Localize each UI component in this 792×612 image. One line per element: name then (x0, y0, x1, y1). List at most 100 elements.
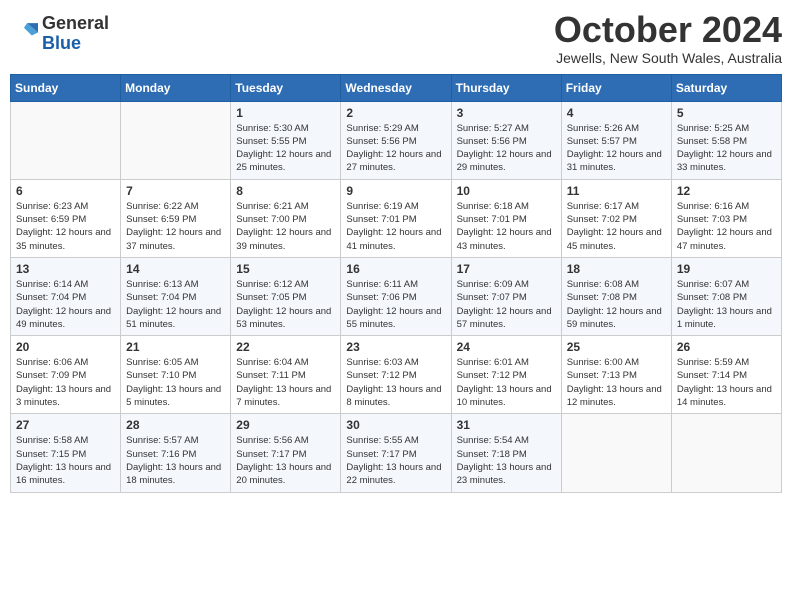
day-info: Sunrise: 6:01 AM Sunset: 7:12 PM Dayligh… (457, 356, 556, 409)
day-info: Sunrise: 5:25 AM Sunset: 5:58 PM Dayligh… (677, 122, 776, 175)
day-info: Sunrise: 5:57 AM Sunset: 7:16 PM Dayligh… (126, 434, 225, 487)
day-number: 13 (16, 262, 115, 276)
day-info: Sunrise: 6:03 AM Sunset: 7:12 PM Dayligh… (346, 356, 445, 409)
calendar-week-row: 27 Sunrise: 5:58 AM Sunset: 7:15 PM Dayli… (11, 414, 782, 492)
location-subtitle: Jewells, New South Wales, Australia (554, 50, 782, 66)
day-info: Sunrise: 6:13 AM Sunset: 7:04 PM Dayligh… (126, 278, 225, 331)
calendar-cell: 20Sunrise: 6:06 AM Sunset: 7:09 PM Dayli… (11, 336, 121, 414)
day-number: 25 (567, 340, 666, 354)
calendar-cell: 4 Sunrise: 5:26 AM Sunset: 5:57 PM Daylig… (561, 101, 671, 179)
logo: General Blue (10, 14, 109, 54)
calendar-cell: 28 Sunrise: 5:57 AM Sunset: 7:16 PM Dayli… (121, 414, 231, 492)
day-number: 1 (236, 106, 335, 120)
calendar-body: 1 Sunrise: 5:30 AM Sunset: 5:55 PM Daylig… (11, 101, 782, 492)
calendar-cell (561, 414, 671, 492)
calendar-cell: 26Sunrise: 5:59 AM Sunset: 7:14 PM Dayli… (671, 336, 781, 414)
title-block: October 2024 Jewells, New South Wales, A… (554, 10, 782, 66)
day-info: Sunrise: 6:21 AM Sunset: 7:00 PM Dayligh… (236, 200, 335, 253)
day-number: 2 (346, 106, 445, 120)
day-info: Sunrise: 6:00 AM Sunset: 7:13 PM Dayligh… (567, 356, 666, 409)
day-number: 17 (457, 262, 556, 276)
calendar-cell: 7Sunrise: 6:22 AM Sunset: 6:59 PM Daylig… (121, 179, 231, 257)
day-number: 3 (457, 106, 556, 120)
day-number: 5 (677, 106, 776, 120)
calendar-cell (671, 414, 781, 492)
day-info: Sunrise: 6:14 AM Sunset: 7:04 PM Dayligh… (16, 278, 115, 331)
calendar-table: SundayMondayTuesdayWednesdayThursdayFrid… (10, 74, 782, 493)
calendar-cell: 16Sunrise: 6:11 AM Sunset: 7:06 PM Dayli… (341, 257, 451, 335)
day-number: 14 (126, 262, 225, 276)
day-number: 24 (457, 340, 556, 354)
calendar-cell: 12 Sunrise: 6:16 AM Sunset: 7:03 PM Dayli… (671, 179, 781, 257)
day-info: Sunrise: 6:12 AM Sunset: 7:05 PM Dayligh… (236, 278, 335, 331)
calendar-cell: 22Sunrise: 6:04 AM Sunset: 7:11 PM Dayli… (231, 336, 341, 414)
day-number: 18 (567, 262, 666, 276)
day-number: 6 (16, 184, 115, 198)
calendar-cell: 18Sunrise: 6:08 AM Sunset: 7:08 PM Dayli… (561, 257, 671, 335)
day-number: 27 (16, 418, 115, 432)
weekday-header: Wednesday (341, 74, 451, 101)
weekday-header: Tuesday (231, 74, 341, 101)
calendar-cell: 11 Sunrise: 6:17 AM Sunset: 7:02 PM Dayli… (561, 179, 671, 257)
day-info: Sunrise: 6:06 AM Sunset: 7:09 PM Dayligh… (16, 356, 115, 409)
day-info: Sunrise: 6:05 AM Sunset: 7:10 PM Dayligh… (126, 356, 225, 409)
day-info: Sunrise: 6:16 AM Sunset: 7:03 PM Dayligh… (677, 200, 776, 253)
calendar-cell: 14 Sunrise: 6:13 AM Sunset: 7:04 PM Dayli… (121, 257, 231, 335)
weekday-header: Sunday (11, 74, 121, 101)
calendar-cell: 21 Sunrise: 6:05 AM Sunset: 7:10 PM Dayli… (121, 336, 231, 414)
day-info: Sunrise: 5:30 AM Sunset: 5:55 PM Dayligh… (236, 122, 335, 175)
day-info: Sunrise: 6:04 AM Sunset: 7:11 PM Dayligh… (236, 356, 335, 409)
calendar-cell: 25 Sunrise: 6:00 AM Sunset: 7:13 PM Dayli… (561, 336, 671, 414)
weekday-header: Friday (561, 74, 671, 101)
calendar-cell: 8 Sunrise: 6:21 AM Sunset: 7:00 PM Daylig… (231, 179, 341, 257)
day-number: 10 (457, 184, 556, 198)
month-title: October 2024 (554, 10, 782, 50)
calendar-cell: 15 Sunrise: 6:12 AM Sunset: 7:05 PM Dayli… (231, 257, 341, 335)
day-info: Sunrise: 6:23 AM Sunset: 6:59 PM Dayligh… (16, 200, 115, 253)
day-number: 19 (677, 262, 776, 276)
calendar-cell: 23Sunrise: 6:03 AM Sunset: 7:12 PM Dayli… (341, 336, 451, 414)
calendar-cell: 31 Sunrise: 5:54 AM Sunset: 7:18 PM Dayli… (451, 414, 561, 492)
calendar-cell (121, 101, 231, 179)
page-header: General Blue October 2024 Jewells, New S… (10, 10, 782, 66)
day-number: 4 (567, 106, 666, 120)
day-info: Sunrise: 6:17 AM Sunset: 7:02 PM Dayligh… (567, 200, 666, 253)
day-info: Sunrise: 6:22 AM Sunset: 6:59 PM Dayligh… (126, 200, 225, 253)
day-info: Sunrise: 6:19 AM Sunset: 7:01 PM Dayligh… (346, 200, 445, 253)
weekday-header: Thursday (451, 74, 561, 101)
day-number: 21 (126, 340, 225, 354)
day-info: Sunrise: 5:58 AM Sunset: 7:15 PM Dayligh… (16, 434, 115, 487)
calendar-cell: 6 Sunrise: 6:23 AM Sunset: 6:59 PM Daylig… (11, 179, 121, 257)
day-info: Sunrise: 5:26 AM Sunset: 5:57 PM Dayligh… (567, 122, 666, 175)
day-info: Sunrise: 5:55 AM Sunset: 7:17 PM Dayligh… (346, 434, 445, 487)
day-info: Sunrise: 5:29 AM Sunset: 5:56 PM Dayligh… (346, 122, 445, 175)
logo-icon (10, 20, 38, 48)
day-number: 16 (346, 262, 445, 276)
day-number: 12 (677, 184, 776, 198)
calendar-cell: 30Sunrise: 5:55 AM Sunset: 7:17 PM Dayli… (341, 414, 451, 492)
calendar-cell: 24 Sunrise: 6:01 AM Sunset: 7:12 PM Dayli… (451, 336, 561, 414)
calendar-week-row: 13 Sunrise: 6:14 AM Sunset: 7:04 PM Dayli… (11, 257, 782, 335)
day-number: 31 (457, 418, 556, 432)
calendar-cell: 1 Sunrise: 5:30 AM Sunset: 5:55 PM Daylig… (231, 101, 341, 179)
weekday-header: Saturday (671, 74, 781, 101)
day-info: Sunrise: 5:59 AM Sunset: 7:14 PM Dayligh… (677, 356, 776, 409)
weekday-header-row: SundayMondayTuesdayWednesdayThursdayFrid… (11, 74, 782, 101)
calendar-week-row: 6 Sunrise: 6:23 AM Sunset: 6:59 PM Daylig… (11, 179, 782, 257)
logo-general: General (42, 14, 109, 34)
calendar-cell: 9Sunrise: 6:19 AM Sunset: 7:01 PM Daylig… (341, 179, 451, 257)
calendar-cell (11, 101, 121, 179)
day-info: Sunrise: 6:07 AM Sunset: 7:08 PM Dayligh… (677, 278, 776, 331)
calendar-week-row: 20Sunrise: 6:06 AM Sunset: 7:09 PM Dayli… (11, 336, 782, 414)
calendar-header: SundayMondayTuesdayWednesdayThursdayFrid… (11, 74, 782, 101)
day-number: 28 (126, 418, 225, 432)
calendar-week-row: 1 Sunrise: 5:30 AM Sunset: 5:55 PM Daylig… (11, 101, 782, 179)
calendar-cell: 17Sunrise: 6:09 AM Sunset: 7:07 PM Dayli… (451, 257, 561, 335)
day-number: 29 (236, 418, 335, 432)
calendar-cell: 3Sunrise: 5:27 AM Sunset: 5:56 PM Daylig… (451, 101, 561, 179)
calendar-cell: 27 Sunrise: 5:58 AM Sunset: 7:15 PM Dayli… (11, 414, 121, 492)
day-number: 8 (236, 184, 335, 198)
day-info: Sunrise: 5:54 AM Sunset: 7:18 PM Dayligh… (457, 434, 556, 487)
day-number: 11 (567, 184, 666, 198)
day-number: 15 (236, 262, 335, 276)
